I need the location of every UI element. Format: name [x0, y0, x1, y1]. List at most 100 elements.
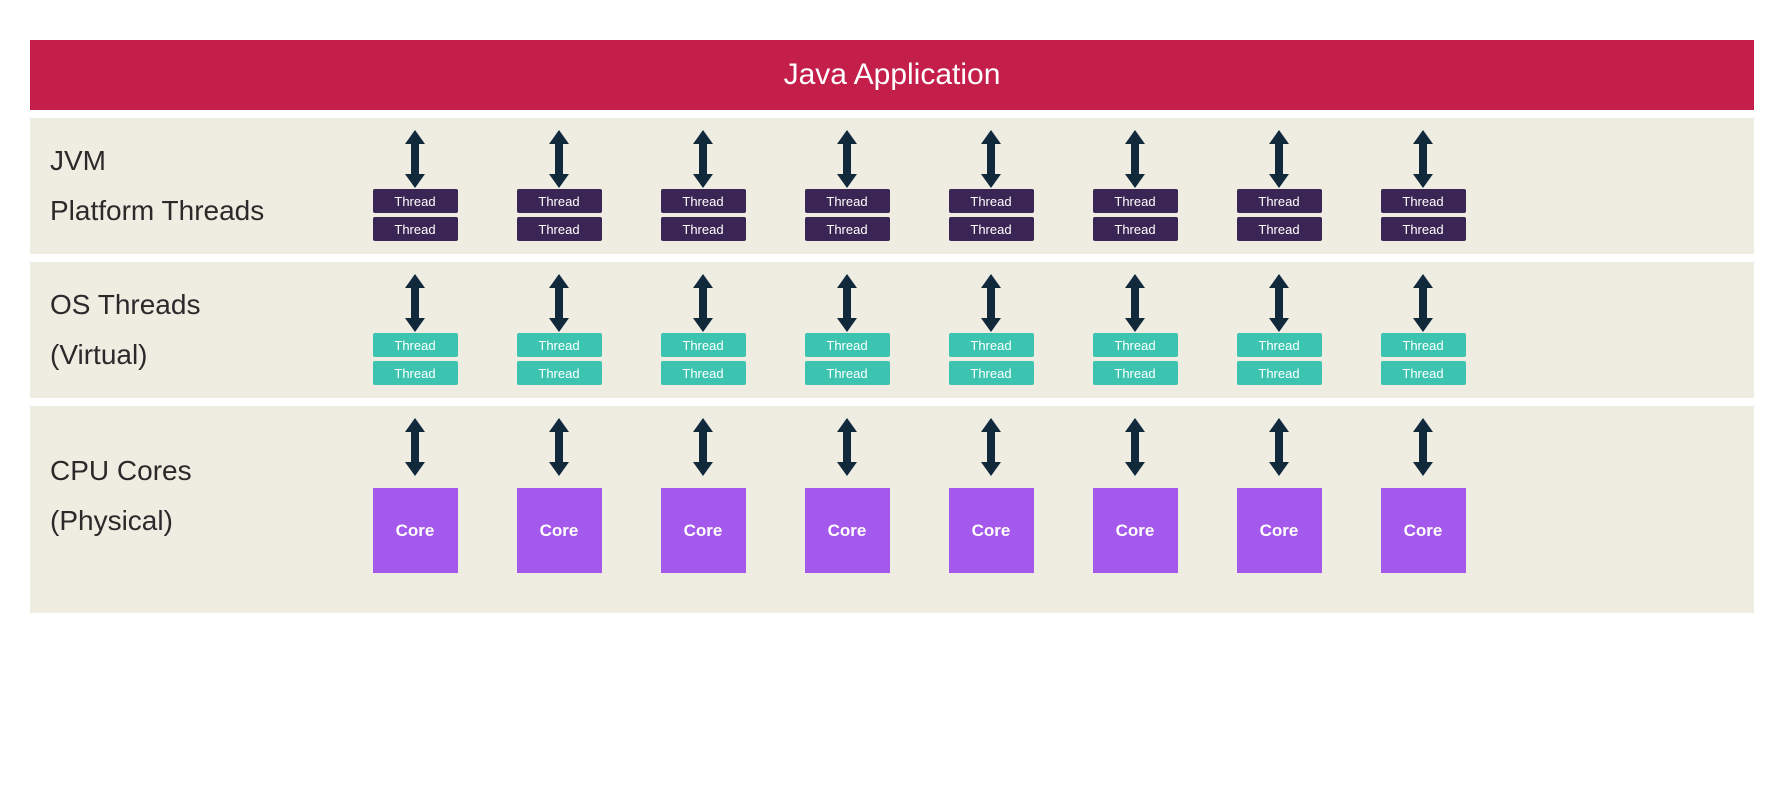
os-column: Thread Thread: [802, 274, 892, 386]
cpu-column: Core: [370, 418, 460, 573]
jvm-thread-box: Thread: [1237, 189, 1322, 213]
jvm-column: Thread Thread: [946, 130, 1036, 242]
jvm-label-2: Platform Threads: [50, 195, 360, 227]
diagram-root: Java Application JVM Platform Threads Th…: [30, 40, 1754, 613]
os-thread-box: Thread: [805, 333, 890, 357]
os-thread-pair: Thread Thread: [373, 332, 458, 386]
core-box: Core: [949, 488, 1034, 573]
jvm-thread-box: Thread: [373, 189, 458, 213]
cpu-layer: CPU Cores (Physical) Core Core Core Core…: [30, 406, 1754, 613]
jvm-column: Thread Thread: [1234, 130, 1324, 242]
double-arrow-icon: [691, 130, 715, 188]
jvm-thread-box: Thread: [661, 217, 746, 241]
os-thread-pair: Thread Thread: [1381, 332, 1466, 386]
jvm-column: Thread Thread: [802, 130, 892, 242]
header-bar: Java Application: [30, 40, 1754, 110]
os-column: Thread Thread: [1090, 274, 1180, 386]
os-thread-box: Thread: [949, 361, 1034, 385]
double-arrow-icon: [835, 274, 859, 332]
double-arrow-icon: [403, 130, 427, 188]
os-column: Thread Thread: [1378, 274, 1468, 386]
cpu-column: Core: [946, 418, 1036, 573]
jvm-thread-box: Thread: [1093, 217, 1178, 241]
jvm-layer: JVM Platform Threads Thread Thread Threa…: [30, 118, 1754, 254]
double-arrow-icon: [1411, 274, 1435, 332]
cpu-columns: Core Core Core Core Core Core Core Core: [360, 418, 1754, 573]
jvm-column: Thread Thread: [1378, 130, 1468, 242]
jvm-thread-box: Thread: [373, 217, 458, 241]
double-arrow-icon: [979, 130, 1003, 188]
os-thread-box: Thread: [805, 361, 890, 385]
jvm-columns: Thread Thread Thread Thread Thread Threa…: [360, 130, 1754, 242]
jvm-label-1: JVM: [50, 145, 360, 177]
double-arrow-icon: [1411, 418, 1435, 476]
os-thread-box: Thread: [1381, 361, 1466, 385]
double-arrow-icon: [1123, 130, 1147, 188]
core-box: Core: [373, 488, 458, 573]
jvm-thread-pair: Thread Thread: [373, 188, 458, 242]
double-arrow-icon: [547, 274, 571, 332]
os-thread-pair: Thread Thread: [517, 332, 602, 386]
os-column: Thread Thread: [1234, 274, 1324, 386]
cpu-column: Core: [1090, 418, 1180, 573]
cpu-label-2: (Physical): [50, 505, 360, 537]
jvm-thread-box: Thread: [805, 189, 890, 213]
double-arrow-icon: [1267, 274, 1291, 332]
core-box: Core: [661, 488, 746, 573]
os-thread-box: Thread: [1093, 333, 1178, 357]
double-arrow-icon: [1267, 418, 1291, 476]
os-columns: Thread Thread Thread Thread Thread Threa…: [360, 274, 1754, 386]
os-thread-box: Thread: [373, 333, 458, 357]
jvm-column: Thread Thread: [514, 130, 604, 242]
jvm-thread-box: Thread: [1237, 217, 1322, 241]
os-thread-box: Thread: [1237, 333, 1322, 357]
os-column: Thread Thread: [514, 274, 604, 386]
double-arrow-icon: [547, 130, 571, 188]
os-thread-box: Thread: [661, 361, 746, 385]
jvm-label-col: JVM Platform Threads: [30, 130, 360, 242]
os-label-1: OS Threads: [50, 289, 360, 321]
jvm-thread-box: Thread: [1093, 189, 1178, 213]
core-box: Core: [1237, 488, 1322, 573]
cpu-column: Core: [514, 418, 604, 573]
os-thread-box: Thread: [517, 333, 602, 357]
cpu-column: Core: [1234, 418, 1324, 573]
double-arrow-icon: [1411, 130, 1435, 188]
cpu-label-col: CPU Cores (Physical): [30, 418, 360, 573]
double-arrow-icon: [1267, 130, 1291, 188]
double-arrow-icon: [547, 418, 571, 476]
os-label-2: (Virtual): [50, 339, 360, 371]
double-arrow-icon: [691, 274, 715, 332]
os-column: Thread Thread: [658, 274, 748, 386]
jvm-thread-box: Thread: [949, 217, 1034, 241]
os-layer: OS Threads (Virtual) Thread Thread Threa…: [30, 262, 1754, 398]
double-arrow-icon: [1123, 418, 1147, 476]
os-thread-box: Thread: [1093, 361, 1178, 385]
double-arrow-icon: [1123, 274, 1147, 332]
core-box: Core: [1381, 488, 1466, 573]
jvm-thread-box: Thread: [517, 217, 602, 241]
cpu-column: Core: [658, 418, 748, 573]
jvm-thread-pair: Thread Thread: [1381, 188, 1466, 242]
os-thread-box: Thread: [1237, 361, 1322, 385]
double-arrow-icon: [835, 130, 859, 188]
os-thread-box: Thread: [1381, 333, 1466, 357]
jvm-thread-pair: Thread Thread: [805, 188, 890, 242]
cpu-label-1: CPU Cores: [50, 455, 360, 487]
jvm-column: Thread Thread: [658, 130, 748, 242]
os-thread-box: Thread: [517, 361, 602, 385]
double-arrow-icon: [691, 418, 715, 476]
os-thread-box: Thread: [949, 333, 1034, 357]
jvm-thread-pair: Thread Thread: [949, 188, 1034, 242]
jvm-thread-box: Thread: [949, 189, 1034, 213]
jvm-thread-pair: Thread Thread: [1093, 188, 1178, 242]
jvm-column: Thread Thread: [370, 130, 460, 242]
double-arrow-icon: [403, 418, 427, 476]
core-box: Core: [517, 488, 602, 573]
double-arrow-icon: [979, 418, 1003, 476]
os-thread-box: Thread: [661, 333, 746, 357]
jvm-thread-box: Thread: [805, 217, 890, 241]
header-title: Java Application: [784, 58, 1001, 91]
cpu-column: Core: [802, 418, 892, 573]
jvm-thread-box: Thread: [1381, 189, 1466, 213]
